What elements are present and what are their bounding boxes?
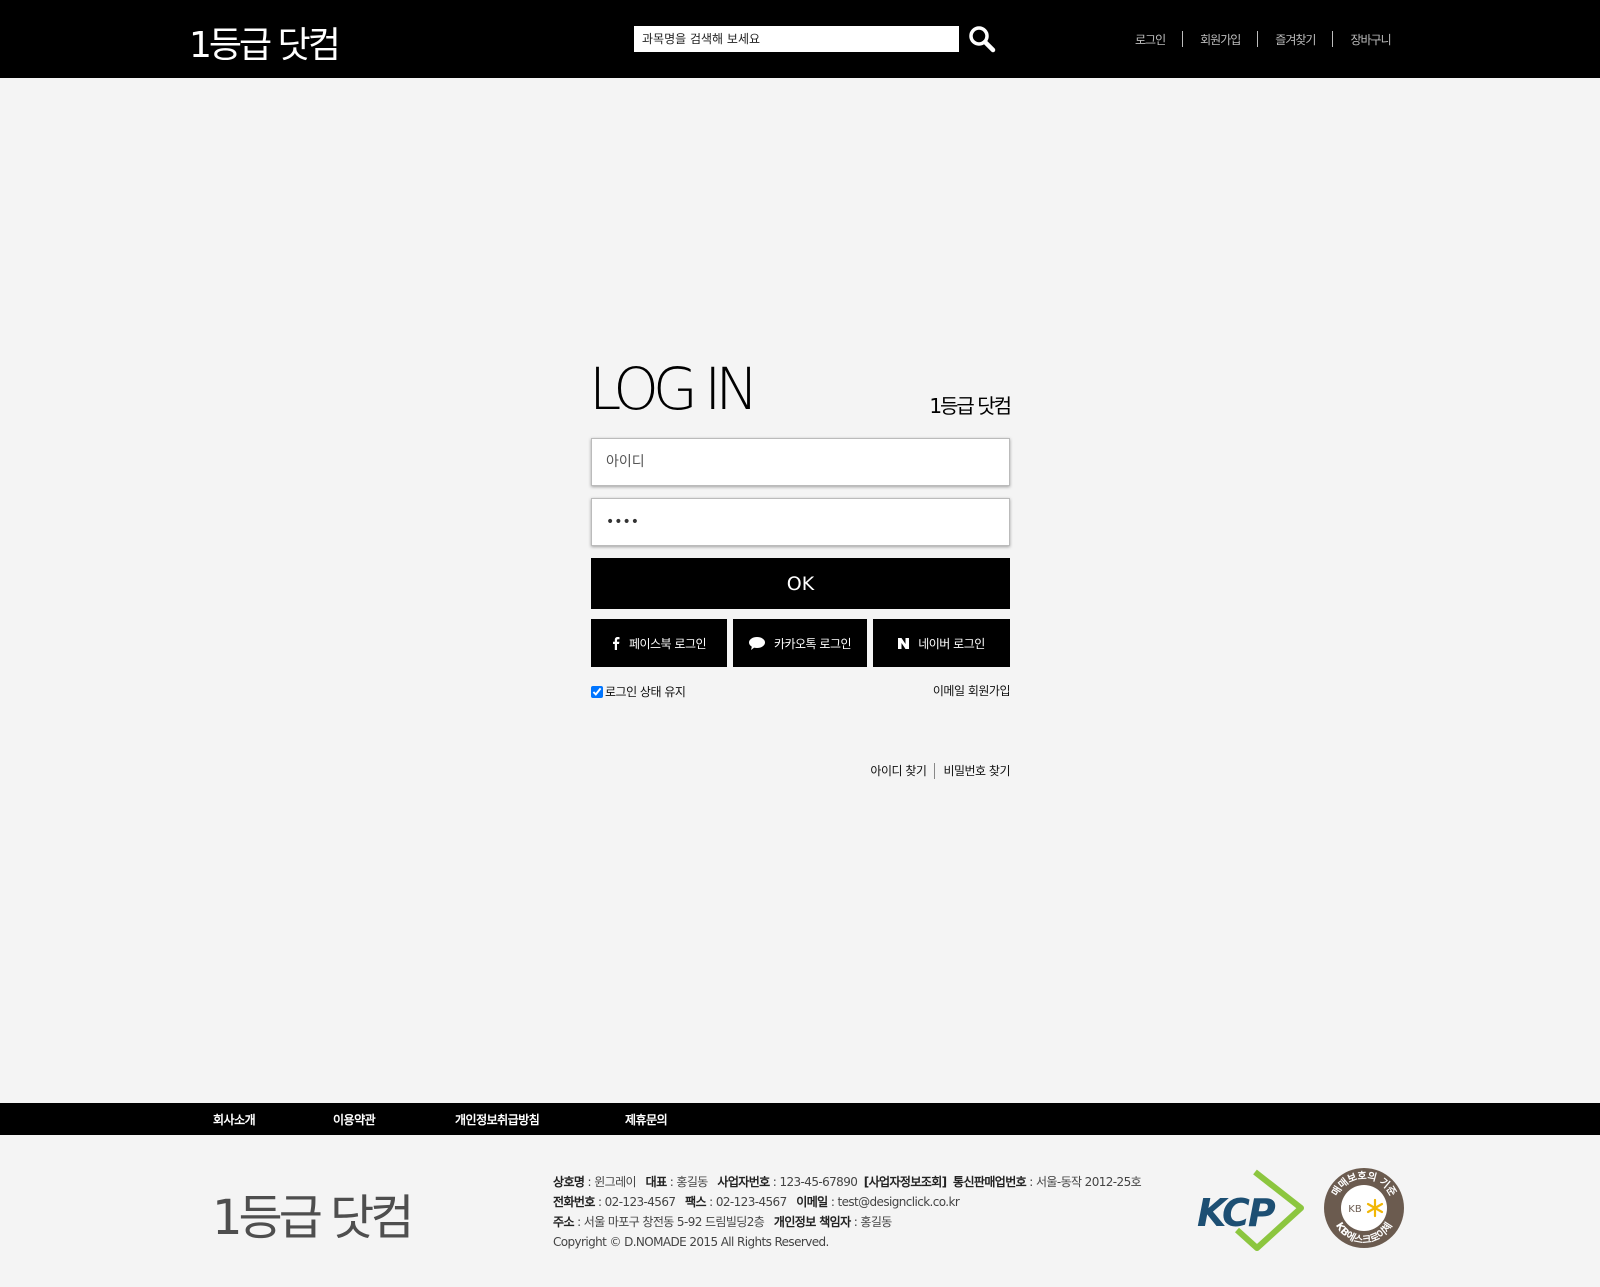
ceo-value: : 홍길동 bbox=[666, 1175, 709, 1189]
facebook-icon bbox=[612, 636, 620, 650]
find-password-link[interactable]: 비밀번호 찾기 bbox=[943, 762, 1010, 779]
footer-nav-terms[interactable]: 이용약관 bbox=[333, 1111, 376, 1128]
find-id-link[interactable]: 아이디 찾기 bbox=[870, 762, 927, 779]
ceo-label: 대표 bbox=[645, 1175, 667, 1189]
search-icon[interactable] bbox=[968, 25, 996, 53]
bizinfo-link[interactable]: [사업자정보조회] bbox=[864, 1175, 947, 1189]
facebook-login-button[interactable]: 페이스북 로그인 bbox=[591, 619, 727, 667]
footer-info-line-3: 주소 : 서울 마포구 창전동 5-92 드림빌딩2층 개인정보 책임자 : 홍… bbox=[553, 1212, 1141, 1232]
privacy-officer-label: 개인정보 책임자 bbox=[773, 1215, 851, 1229]
keep-login-label: 로그인 상태 유지 bbox=[605, 685, 686, 699]
nav-favorites[interactable]: 즐겨찾기 bbox=[1275, 31, 1316, 48]
kcp-logo[interactable]: KCP bbox=[1197, 1168, 1307, 1252]
nav-join[interactable]: 회원가입 bbox=[1200, 31, 1241, 48]
nav-divider bbox=[1257, 31, 1259, 47]
email-label: 이메일 bbox=[796, 1195, 828, 1209]
nav-login[interactable]: 로그인 bbox=[1135, 31, 1166, 48]
id-field[interactable] bbox=[591, 438, 1010, 486]
ok-button[interactable]: OK bbox=[591, 558, 1010, 609]
naver-login-label: 네이버 로그인 bbox=[918, 636, 985, 651]
facebook-login-label: 페이스북 로그인 bbox=[628, 636, 707, 651]
mailorder-value: : 서울-동작 2012-25호 bbox=[1026, 1175, 1142, 1189]
find-links: 아이디 찾기 비밀번호 찾기 bbox=[870, 762, 1010, 779]
company-value: : 윈그레이 bbox=[584, 1175, 637, 1189]
nav-divider bbox=[1182, 31, 1184, 47]
footer-logo: 1등급 닷컴 bbox=[212, 1190, 414, 1246]
kb-center: KB bbox=[1348, 1204, 1362, 1215]
password-field[interactable] bbox=[591, 498, 1010, 546]
footer-company-info: 상호명 : 윈그레이 대표 : 홍길동 사업자번호 : 123-45-67890… bbox=[553, 1172, 1142, 1252]
phone-label: 전화번호 bbox=[553, 1195, 595, 1209]
company-label: 상호명 bbox=[553, 1175, 585, 1189]
keep-login[interactable]: 로그인 상태 유지 bbox=[591, 683, 686, 700]
footer-nav: 회사소개 이용약관 개인정보취급방침 제휴문의 bbox=[0, 1103, 1600, 1135]
address-value: : 서울 마포구 창전동 5-92 드림빌딩2층 bbox=[573, 1215, 765, 1229]
privacy-officer-value: : 홍길동 bbox=[850, 1215, 893, 1229]
phone-value: : 02-123-4567 bbox=[594, 1195, 676, 1209]
site-logo[interactable]: 1등급 닷컴 bbox=[189, 16, 341, 68]
address-label: 주소 bbox=[553, 1215, 574, 1229]
find-divider bbox=[934, 762, 936, 779]
kakao-login-button[interactable]: 카카오톡 로그인 bbox=[733, 619, 867, 667]
footer-info-line-2: 전화번호 : 02-123-4567 팩스 : 02-123-4567 이메일 … bbox=[553, 1192, 1141, 1212]
fax-value: : 02-123-4567 bbox=[705, 1195, 787, 1209]
site-header: 1등급 닷컴 로그인 회원가입 즐겨찾기 장바구니 bbox=[0, 0, 1600, 78]
nav-cart[interactable]: 장바구니 bbox=[1350, 31, 1391, 48]
mailorder-label: 통신판매업번호 bbox=[953, 1175, 1027, 1189]
copyright: Copyright © D.NOMADE 2015 All Rights Res… bbox=[553, 1235, 829, 1249]
footer-nav-partnership[interactable]: 제휴문의 bbox=[625, 1111, 668, 1128]
speech-bubble-icon bbox=[748, 636, 765, 650]
nav-divider bbox=[1332, 31, 1334, 47]
kcp-text: KCP bbox=[1197, 1191, 1276, 1235]
email-value: : test@designclick.co.kr bbox=[827, 1195, 960, 1209]
keep-login-checkbox[interactable] bbox=[591, 685, 603, 698]
bizno-label: 사업자번호 bbox=[717, 1175, 770, 1189]
login-title: LOG IN bbox=[589, 355, 759, 423]
login-brand: 1등급 닷컴 bbox=[929, 394, 1012, 418]
kakao-login-label: 카카오톡 로그인 bbox=[773, 636, 852, 651]
search-input[interactable] bbox=[634, 26, 959, 52]
footer-nav-privacy[interactable]: 개인정보취급방침 bbox=[455, 1111, 540, 1128]
footer-nav-about[interactable]: 회사소개 bbox=[213, 1111, 256, 1128]
fax-label: 팩스 bbox=[685, 1195, 706, 1209]
naver-icon bbox=[898, 637, 910, 649]
footer-info-line-1: 상호명 : 윈그레이 대표 : 홍길동 사업자번호 : 123-45-67890… bbox=[553, 1172, 1142, 1192]
kb-escrow-badge[interactable]: 매매보호의 기준 KB에스크로이체 KB bbox=[1323, 1167, 1405, 1249]
top-nav: 로그인 회원가입 즐겨찾기 장바구니 bbox=[1135, 30, 1392, 48]
naver-login-button[interactable]: 네이버 로그인 bbox=[873, 619, 1010, 667]
email-join-link[interactable]: 이메일 회원가입 bbox=[933, 682, 1011, 699]
bizno-value: : 123-45-67890 bbox=[769, 1175, 858, 1189]
